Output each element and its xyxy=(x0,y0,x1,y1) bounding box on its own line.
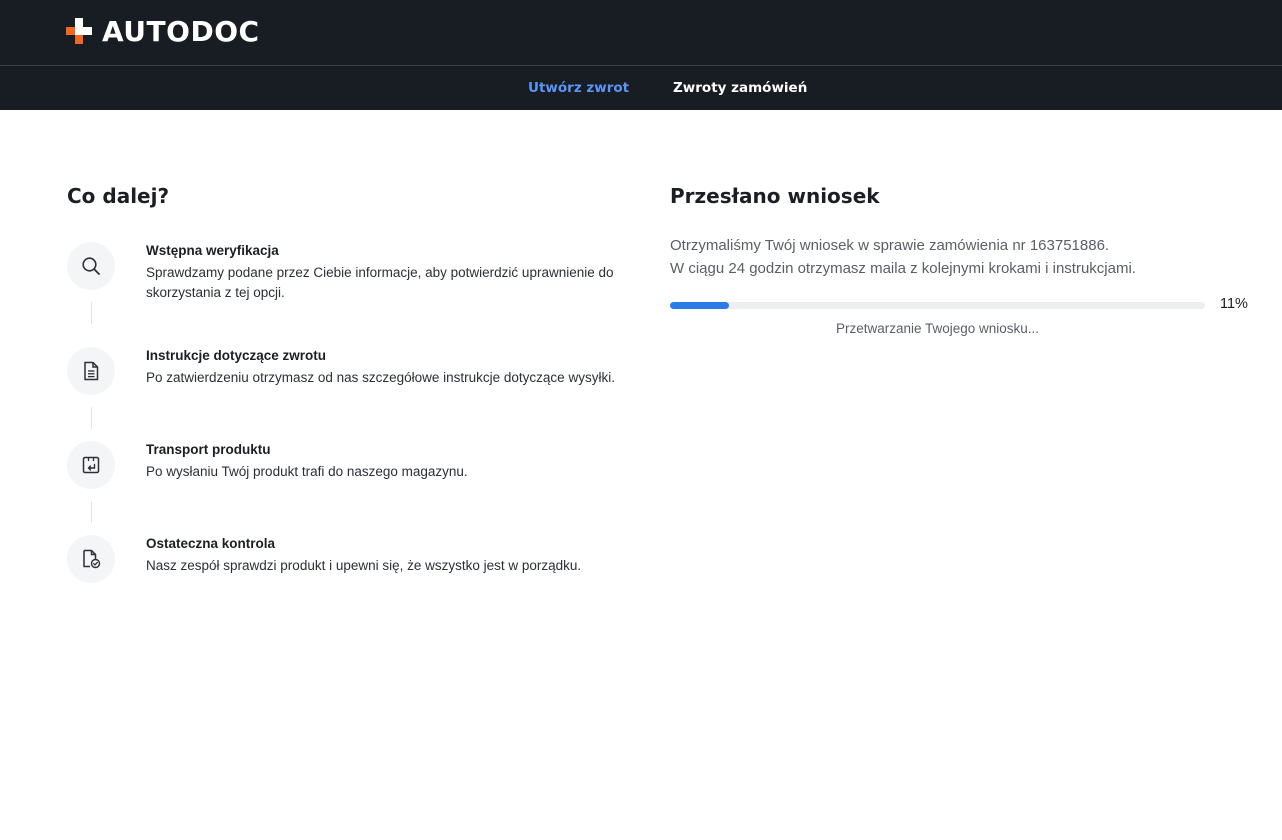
submission-message: Otrzymaliśmy Twój wniosek w sprawie zamó… xyxy=(670,234,1136,280)
next-steps-title: Co dalej? xyxy=(67,184,170,208)
step-connector xyxy=(91,302,92,324)
document-icon xyxy=(67,347,115,395)
tab-create-return[interactable]: Utwórz zwrot xyxy=(528,80,629,96)
next-steps-section: Co dalej? Wstępna weryfikacja Sprawdzamy… xyxy=(67,184,647,583)
step-title: Instrukcje dotyczące zwrotu xyxy=(146,348,327,363)
return-box-icon xyxy=(67,441,115,489)
search-icon xyxy=(67,242,115,290)
step-title: Ostateczna kontrola xyxy=(146,536,276,551)
progress-fill xyxy=(670,302,729,309)
tab-order-returns[interactable]: Zwroty zamówień xyxy=(673,80,807,96)
step-title: Transport produktu xyxy=(146,442,271,457)
autodoc-logo[interactable]: AUTODOC xyxy=(66,14,260,48)
message-line: Otrzymaliśmy Twój wniosek w sprawie zamó… xyxy=(670,237,1110,254)
top-header: AUTODOC xyxy=(0,0,1282,66)
step-connector xyxy=(91,407,92,429)
logo-cross-icon xyxy=(66,18,92,44)
step-description: Po wysłaniu Twój produkt trafi do naszeg… xyxy=(146,464,468,479)
brand-name: AUTODOC xyxy=(102,14,260,48)
main-nav: Utwórz zwrot Zwroty zamówień xyxy=(0,66,1282,110)
progress-bar xyxy=(670,302,1205,309)
progress-status: Przetwarzanie Twojego wniosku... xyxy=(835,321,1040,336)
message-line: W ciągu 24 godzin otrzymasz maila z kole… xyxy=(670,260,1136,277)
step-description: Nasz zespół sprawdzi produkt i upewni si… xyxy=(146,558,582,573)
step-description: Po zatwierdzeniu otrzymasz od nas szczeg… xyxy=(146,370,615,385)
step-connector xyxy=(91,501,92,523)
step-description: Sprawdzamy podane przez Ciebie informacj… xyxy=(146,265,614,300)
progress-percent: 11% xyxy=(1220,296,1248,312)
submission-section: Przesłano wniosek Otrzymaliśmy Twój wnio… xyxy=(670,184,1250,336)
submission-title: Przesłano wniosek xyxy=(670,184,880,208)
step-title: Wstępna weryfikacja xyxy=(146,243,279,258)
document-check-icon xyxy=(67,535,115,583)
